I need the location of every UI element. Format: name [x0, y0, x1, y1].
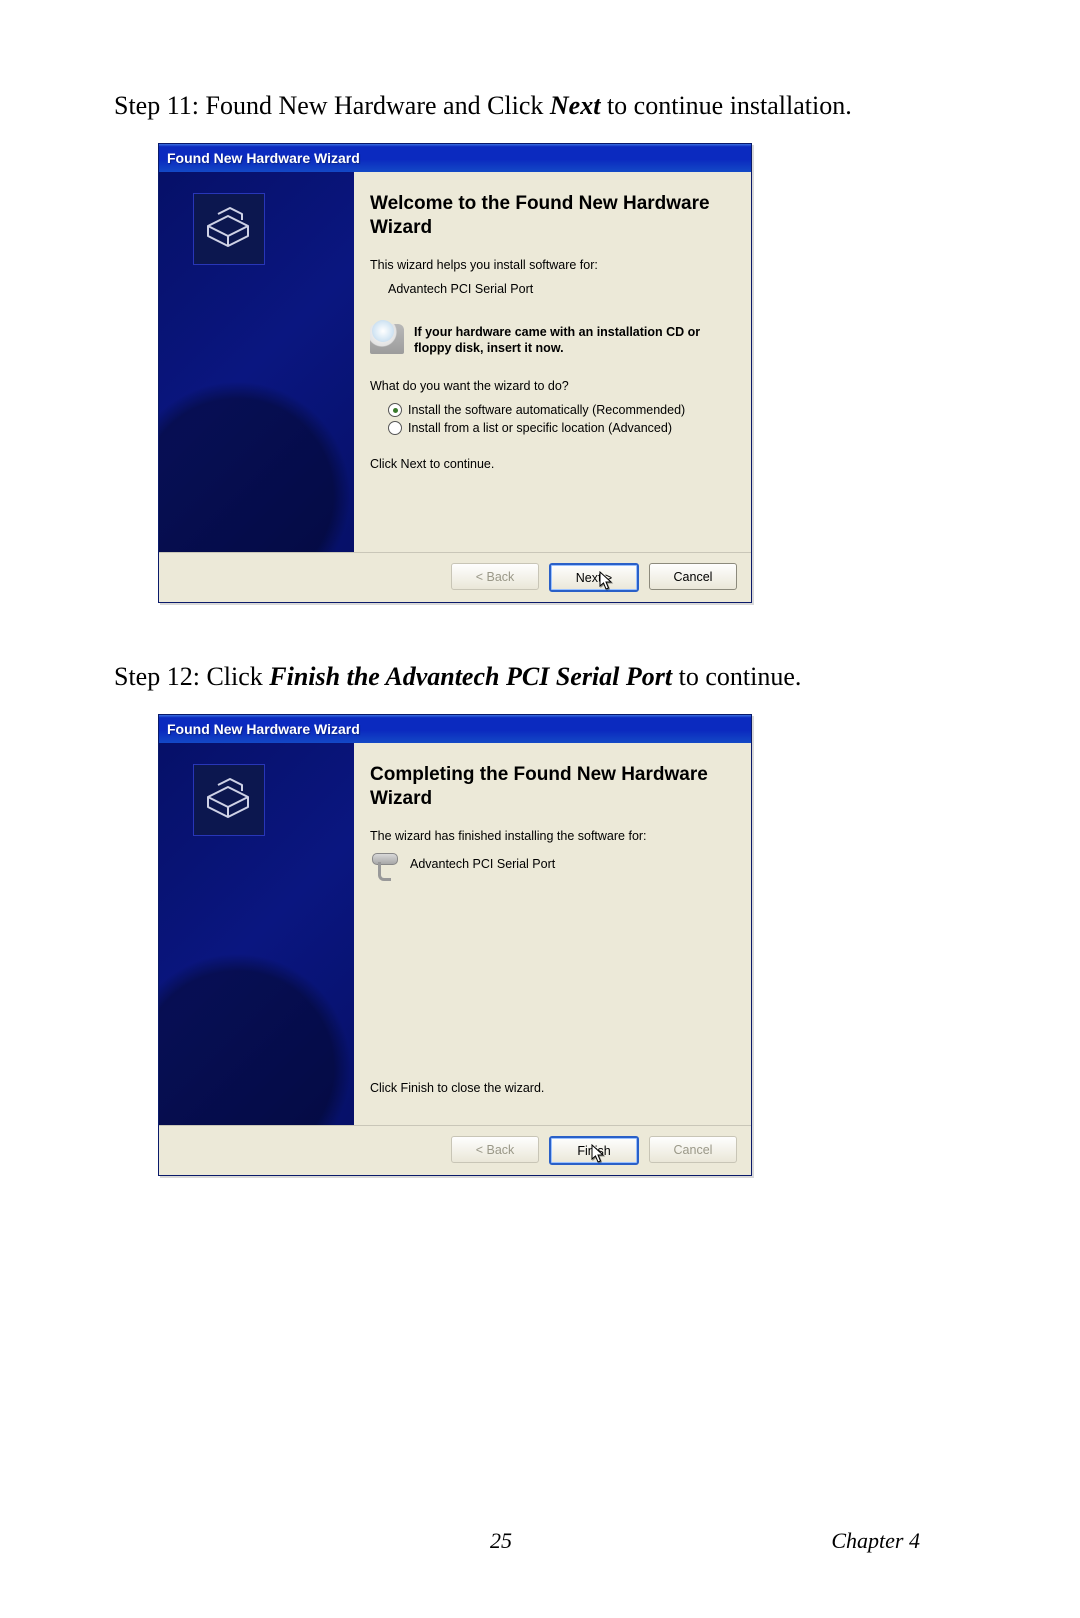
wizard-intro: The wizard has finished installing the s… — [370, 829, 733, 843]
wizard-question: What do you want the wizard to do? — [370, 379, 733, 393]
chapter-label: Chapter 4 — [831, 1528, 920, 1554]
titlebar: Found New Hardware Wizard — [159, 144, 751, 172]
wizard-dialog-complete: Found New Hardware Wizard — [158, 714, 752, 1176]
click-finish-text: Click Finish to close the wizard. — [370, 1081, 733, 1095]
button-bar: < Back Next > Cancel — [159, 552, 751, 602]
page-number: 25 — [490, 1528, 512, 1554]
step-11-text: Step 11: Found New Hardware and Click Ne… — [114, 88, 966, 123]
cancel-button: Cancel — [649, 1136, 737, 1163]
step-12-text: Step 12: Click Finish the Advantech PCI … — [114, 659, 966, 694]
click-next-text: Click Next to continue. — [370, 457, 733, 471]
device-name: Advantech PCI Serial Port — [410, 853, 555, 871]
radio-icon — [388, 421, 402, 435]
device-name: Advantech PCI Serial Port — [388, 282, 733, 296]
button-bar: < Back Finish Cancel — [159, 1125, 751, 1175]
radio-advanced[interactable]: Install from a list or specific location… — [388, 421, 733, 435]
wizard-heading: Completing the Found New Hardware Wizard — [370, 763, 733, 811]
finish-button[interactable]: Finish — [549, 1136, 639, 1165]
cancel-button[interactable]: Cancel — [649, 563, 737, 590]
page-footer: 25 Chapter 4 — [0, 1528, 1080, 1554]
hardware-icon — [193, 193, 265, 265]
hardware-icon — [193, 764, 265, 836]
wizard-side-graphic — [159, 172, 354, 552]
wizard-dialog-welcome: Found New Hardware Wizard — [158, 143, 752, 603]
back-button: < Back — [451, 1136, 539, 1163]
titlebar: Found New Hardware Wizard — [159, 715, 751, 743]
wizard-heading: Welcome to the Found New Hardware Wizard — [370, 192, 733, 240]
wizard-intro: This wizard helps you install software f… — [370, 258, 733, 272]
back-button: < Back — [451, 563, 539, 590]
serial-port-icon — [370, 853, 398, 881]
cd-icon — [370, 324, 404, 354]
next-button[interactable]: Next > — [549, 563, 639, 592]
radio-icon — [388, 403, 402, 417]
radio-auto[interactable]: Install the software automatically (Reco… — [388, 403, 733, 417]
cd-instruction: If your hardware came with an installati… — [414, 324, 733, 358]
wizard-side-graphic — [159, 743, 354, 1125]
